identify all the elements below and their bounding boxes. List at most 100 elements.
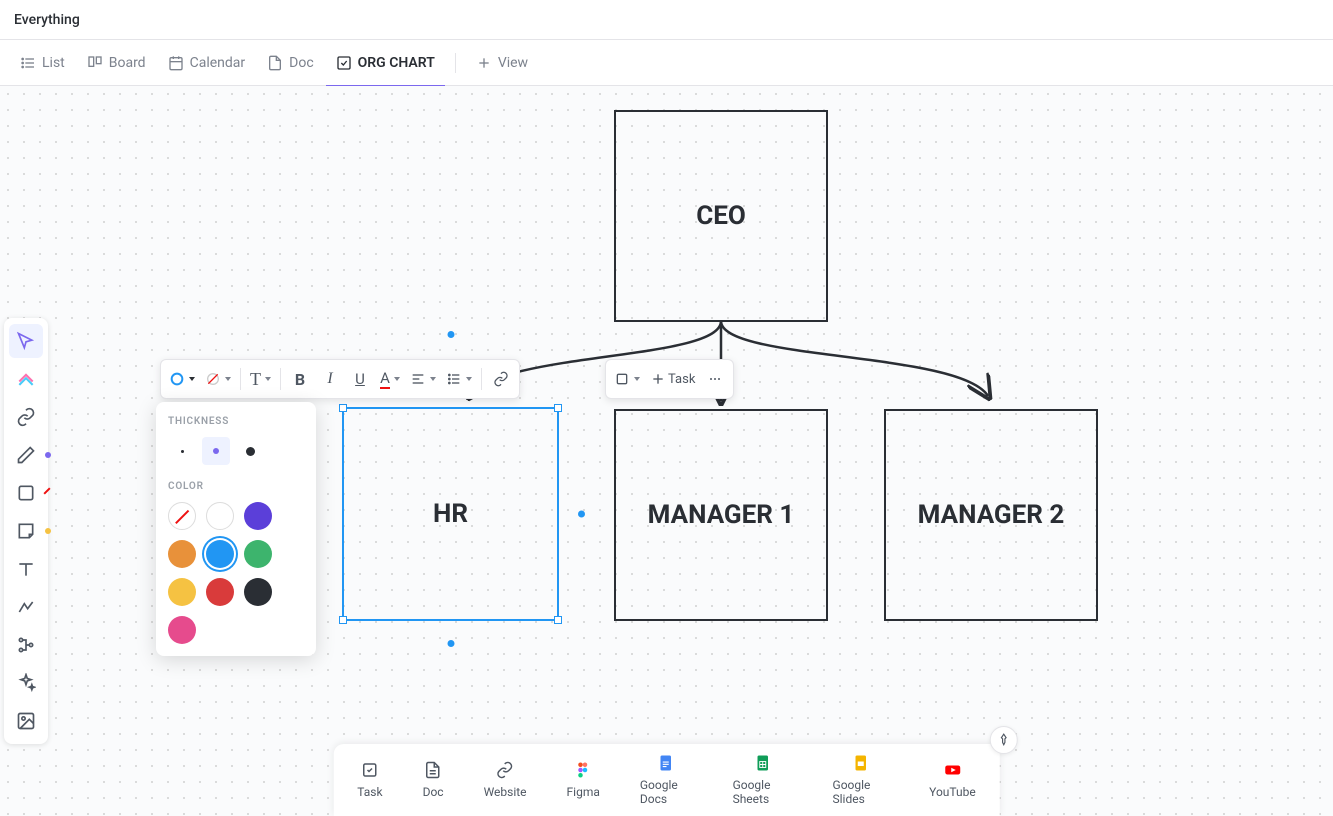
insert-gsheets[interactable]: Google Sheets [733, 754, 793, 806]
tool-sticky[interactable] [9, 514, 43, 548]
sticky-icon [16, 521, 36, 541]
pen-icon [16, 445, 36, 465]
side-toolbox [4, 318, 48, 744]
node-mgr1[interactable]: MANAGER 1 [614, 409, 828, 621]
color-orange[interactable] [168, 540, 196, 568]
text-color-btn[interactable]: A [376, 363, 404, 395]
insert-task[interactable]: Task [357, 761, 382, 799]
insert-gdocs-label: Google Docs [640, 778, 693, 806]
square-outline-icon [614, 371, 630, 387]
thickness-row [168, 437, 304, 465]
gdocs-icon [657, 754, 675, 772]
tool-link[interactable] [9, 400, 43, 434]
breadcrumb[interactable]: Everything [0, 0, 1333, 40]
tab-orgchart-label: ORG CHART [358, 55, 435, 71]
thickness-label: THICKNESS [168, 416, 304, 427]
doc-icon [267, 55, 283, 71]
add-task-label: Task [668, 372, 695, 387]
pointer-icon [16, 331, 36, 351]
color-green[interactable] [244, 540, 272, 568]
tool-shape[interactable] [9, 476, 43, 510]
gsheets-icon [754, 754, 772, 772]
node-hr[interactable]: HR [342, 407, 559, 621]
clickup-icon [16, 369, 36, 389]
bullet-icon [446, 371, 462, 387]
node-mgr2-label: MANAGER 2 [918, 500, 1065, 530]
tool-image[interactable] [9, 704, 43, 738]
node-hr-label: HR [433, 499, 468, 529]
underline-btn[interactable]: U [346, 363, 374, 395]
color-black[interactable] [244, 578, 272, 606]
shape-toolbar: Task [605, 359, 734, 399]
color-purple[interactable] [244, 502, 272, 530]
node-ceo-label: CEO [696, 201, 746, 231]
gslides-icon [852, 754, 870, 772]
doc-icon [424, 761, 442, 779]
tool-clickup[interactable] [9, 362, 43, 396]
tool-select[interactable] [9, 324, 43, 358]
border-color-btn[interactable] [165, 363, 199, 395]
tool-ai[interactable] [9, 666, 43, 700]
italic-btn[interactable]: I [316, 363, 344, 395]
add-task-btn[interactable]: Task [646, 363, 699, 395]
tab-calendar[interactable]: Calendar [158, 40, 256, 86]
tool-connector[interactable] [9, 590, 43, 624]
link-icon [16, 407, 36, 427]
tab-orgchart[interactable]: ORG CHART [326, 40, 445, 86]
board-icon [87, 55, 103, 71]
insert-youtube-label: YouTube [929, 785, 976, 799]
node-mgr2[interactable]: MANAGER 2 [884, 409, 1098, 621]
plus-icon [650, 371, 666, 387]
tab-addview-label: View [498, 55, 528, 71]
tool-relations[interactable] [9, 628, 43, 662]
insert-youtube[interactable]: YouTube [929, 761, 976, 799]
fill-color-btn[interactable] [201, 363, 235, 395]
insert-gslides[interactable]: Google Slides [833, 754, 890, 806]
pin-button[interactable] [990, 726, 1018, 754]
ellipsis-icon [707, 371, 723, 387]
node-ceo[interactable]: CEO [614, 110, 828, 322]
tab-board[interactable]: Board [77, 40, 156, 86]
connector-icon [16, 597, 36, 617]
insert-task-label: Task [357, 785, 382, 799]
insert-gdocs[interactable]: Google Docs [640, 754, 693, 806]
task-icon [361, 761, 379, 779]
color-red[interactable] [206, 578, 234, 606]
thickness-medium[interactable] [202, 437, 230, 465]
tab-doc[interactable]: Doc [257, 40, 324, 86]
bold-btn[interactable]: B [286, 363, 314, 395]
tool-pen[interactable] [9, 438, 43, 472]
thickness-thin[interactable] [168, 437, 196, 465]
insert-figma[interactable]: Figma [567, 761, 600, 799]
color-picker-panel: THICKNESS COLOR [156, 402, 316, 656]
color-blue[interactable] [206, 540, 234, 568]
color-grid [168, 502, 304, 644]
bullet-btn[interactable] [442, 363, 476, 395]
insert-doc[interactable]: Doc [423, 761, 444, 799]
list-icon [20, 55, 36, 71]
color-white[interactable] [206, 502, 234, 530]
tab-board-label: Board [109, 55, 146, 71]
color-yellow[interactable] [168, 578, 196, 606]
color-pink[interactable] [168, 616, 196, 644]
whiteboard-canvas[interactable]: CEO HR MANAGER 1 MANAGER 2 T B I U A Tas… [0, 86, 1333, 816]
link-btn[interactable] [487, 363, 515, 395]
pin-icon [997, 733, 1011, 747]
youtube-icon [943, 761, 961, 779]
insert-doc-label: Doc [423, 785, 444, 799]
more-btn[interactable] [701, 363, 729, 395]
thickness-thick[interactable] [236, 437, 264, 465]
tab-add-view[interactable]: View [466, 40, 538, 86]
color-label: COLOR [168, 481, 304, 492]
circle-icon [169, 371, 185, 387]
insert-website[interactable]: Website [484, 761, 527, 799]
tab-list[interactable]: List [10, 40, 75, 86]
shape-type-btn[interactable] [610, 363, 644, 395]
tool-text[interactable] [9, 552, 43, 586]
align-btn[interactable] [406, 363, 440, 395]
font-style-btn[interactable]: T [246, 363, 275, 395]
insert-website-label: Website [484, 785, 527, 799]
color-none[interactable] [168, 502, 196, 530]
square-icon [16, 483, 36, 503]
relations-icon [16, 635, 36, 655]
